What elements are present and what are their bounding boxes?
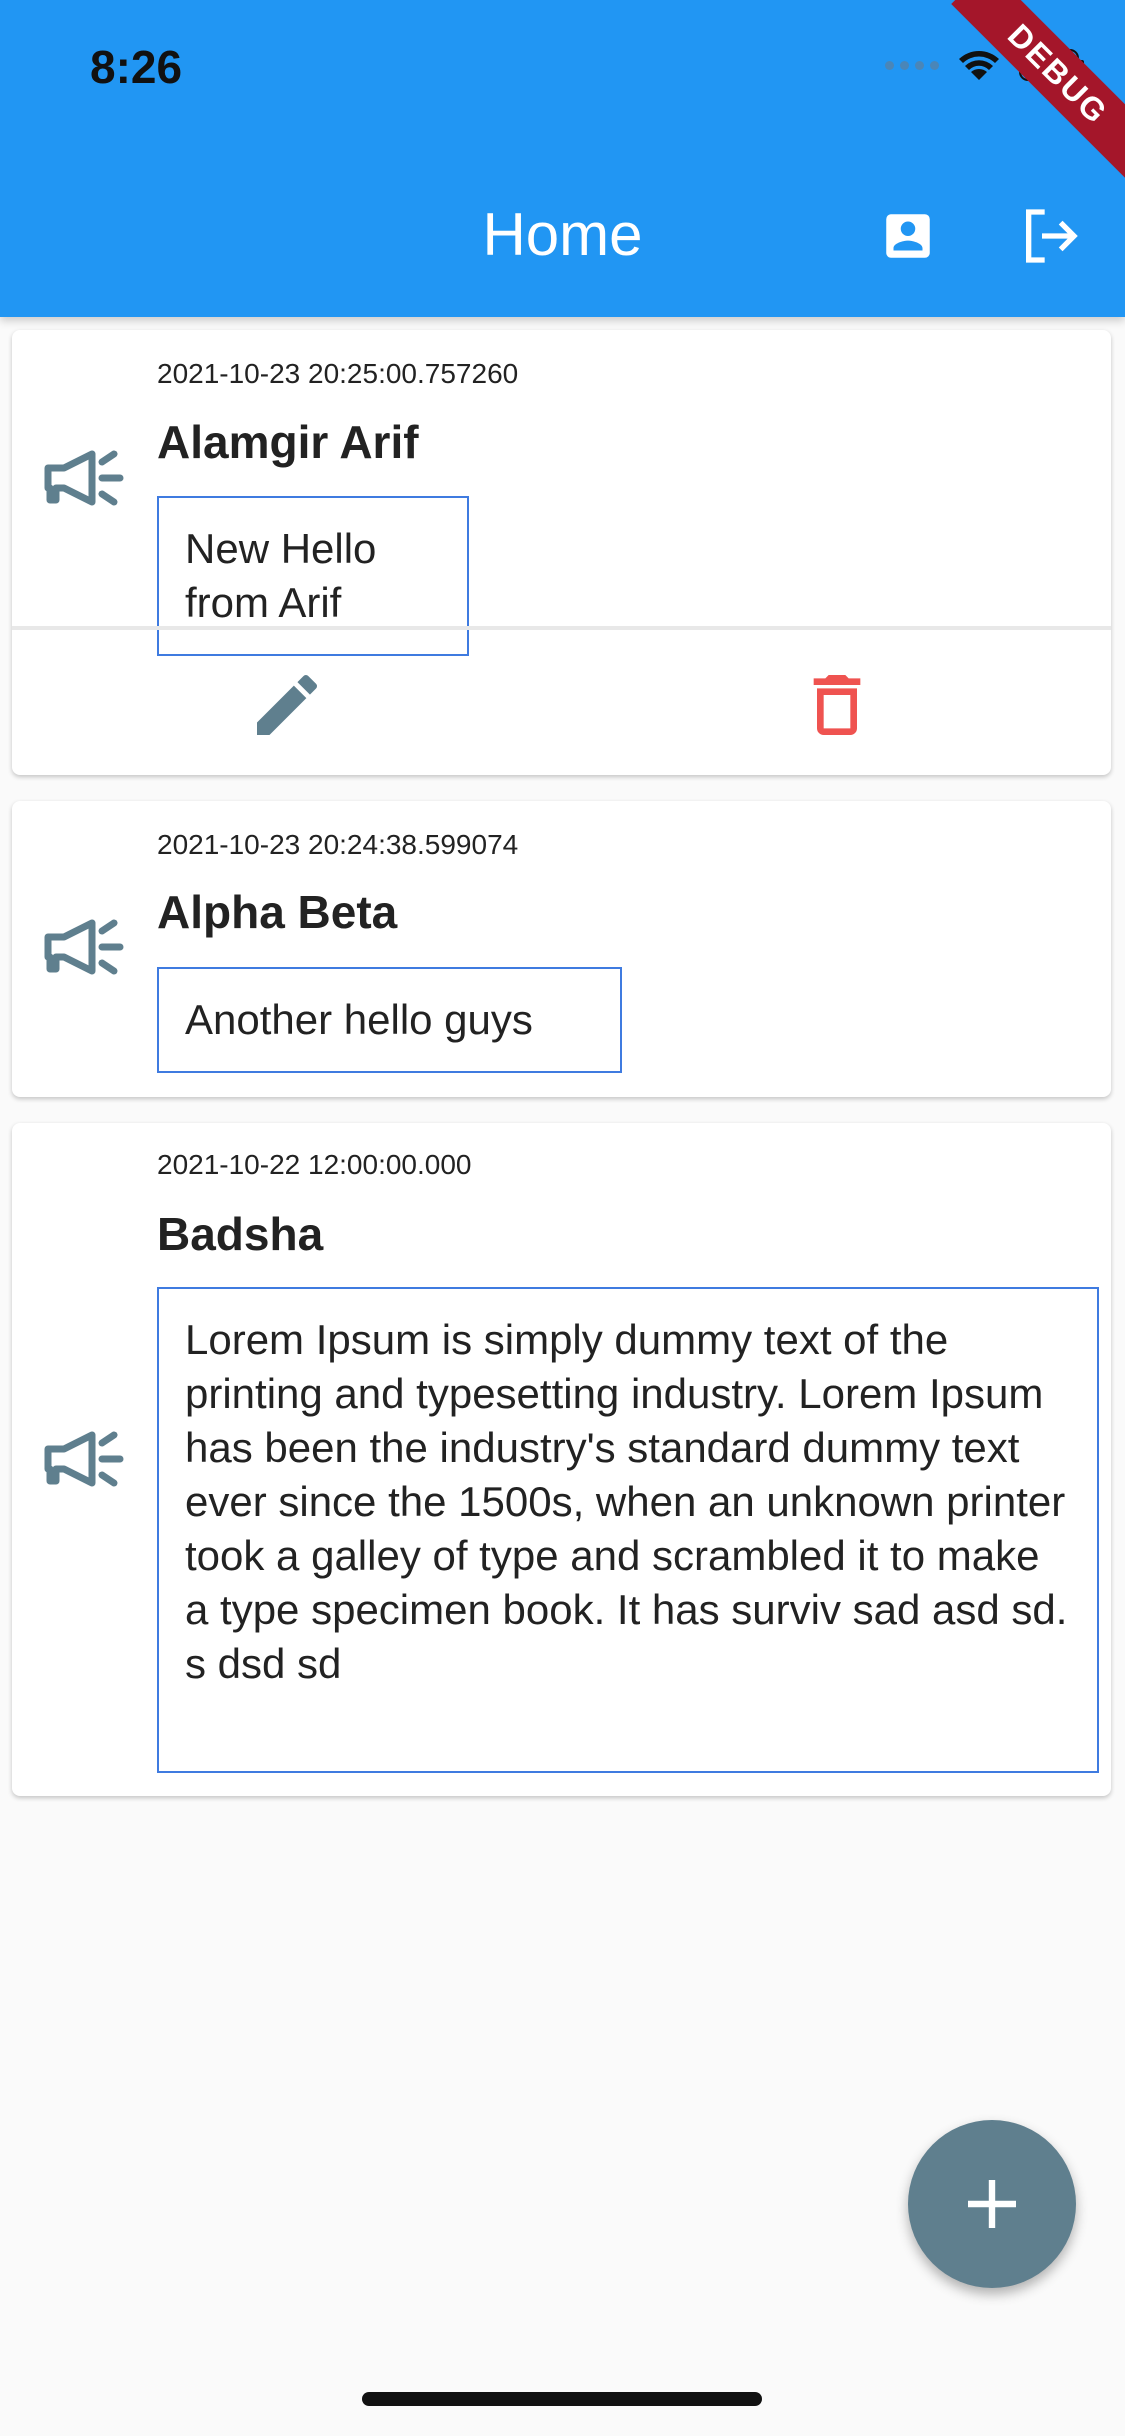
- profile-button[interactable]: [868, 196, 948, 276]
- megaphone-icon: [44, 919, 124, 975]
- post-author: Alamgir Arif: [157, 416, 419, 468]
- megaphone-icon: [44, 450, 124, 506]
- post-author: Alpha Beta: [157, 886, 398, 938]
- add-post-button[interactable]: [908, 2120, 1076, 2288]
- post-card: 2021-10-23 20:25:00.757260 Alamgir Arif …: [12, 330, 1111, 775]
- debug-banner: DEBUG: [951, 0, 1125, 181]
- post-message: Lorem Ipsum is simply dummy text of the …: [157, 1287, 1099, 1773]
- app-bar: 8:26 DEBUG Home: [0, 0, 1125, 317]
- post-timestamp: 2021-10-23 20:25:00.757260: [157, 358, 519, 389]
- wifi-icon: [959, 51, 999, 80]
- pencil-icon: [257, 674, 318, 735]
- home-indicator: [362, 2392, 762, 2406]
- divider: [12, 626, 1111, 630]
- plus-icon: [968, 2180, 1016, 2228]
- post-timestamp: 2021-10-23 20:24:38.599074: [157, 829, 519, 860]
- logout-icon: [1026, 209, 1078, 263]
- post-card: 2021-10-22 12:00:00.000 Badsha Lorem Ips…: [12, 1123, 1111, 1796]
- logout-button[interactable]: [1010, 196, 1090, 276]
- status-time: 8:26: [90, 41, 183, 93]
- megaphone-icon: [44, 1431, 124, 1487]
- page-title: Home: [482, 201, 643, 268]
- post-card: 2021-10-23 20:24:38.599074 Alpha Beta An…: [12, 801, 1111, 1097]
- edit-button[interactable]: [242, 660, 332, 750]
- post-timestamp: 2021-10-22 12:00:00.000: [157, 1149, 472, 1180]
- delete-button[interactable]: [792, 660, 882, 750]
- post-message: Another hello guys: [157, 967, 622, 1073]
- post-message: New Hello from Arif: [157, 496, 469, 656]
- post-author: Badsha: [157, 1208, 324, 1260]
- cellular-signal-icon: [885, 60, 939, 70]
- trash-icon: [813, 675, 861, 735]
- account-box-icon: [886, 214, 930, 258]
